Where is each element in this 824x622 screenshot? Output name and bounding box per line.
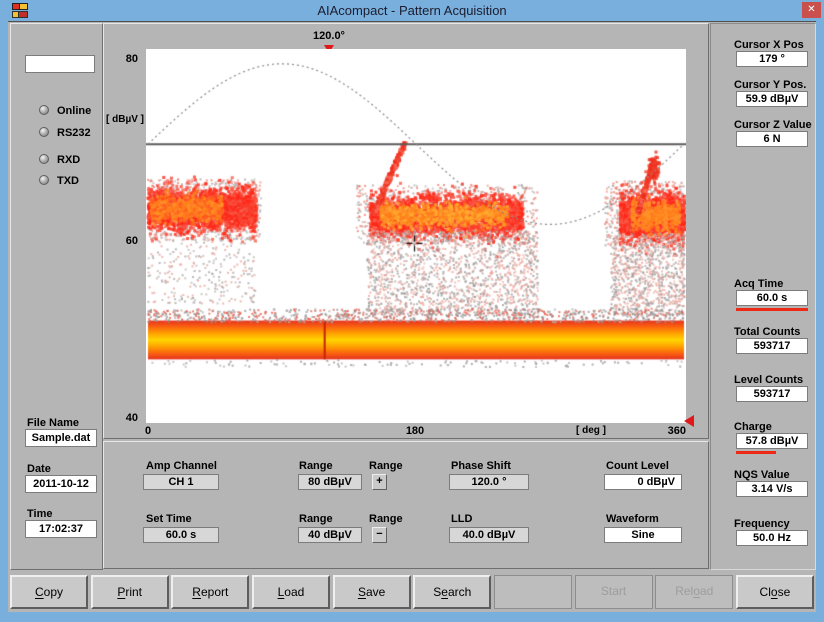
range-bottom-label: Range: [299, 513, 333, 525]
nqs-value-label: NQS Value: [734, 469, 790, 481]
cursor-x-label: Cursor X Pos: [734, 39, 804, 51]
window-title: AIAcompact - Pattern Acquisition: [0, 3, 824, 18]
blank-slot: [494, 575, 572, 609]
close-button[interactable]: Close: [736, 575, 814, 609]
cursor-z-label: Cursor Z Value: [734, 119, 812, 131]
y-tick-40: 40: [112, 412, 138, 424]
frequency-value: 50.0 Hz: [736, 530, 808, 546]
y-axis-unit: [ dBµV ]: [106, 114, 146, 125]
x-axis-unit: [ deg ]: [566, 425, 616, 436]
plot-area: [146, 49, 686, 423]
cursor-z-value: 6 N: [736, 131, 808, 147]
acq-time-value: 60.0 s: [736, 290, 808, 306]
range-top-field[interactable]: 80 dBµV: [298, 474, 362, 490]
y-tick-80: 80: [112, 53, 138, 65]
count-level-field[interactable]: 0 dBµV: [604, 474, 682, 490]
led-rxd-indicator: [39, 154, 49, 164]
y-tick-60: 60: [112, 235, 138, 247]
range-bottom-field[interactable]: 40 dBµV: [298, 527, 362, 543]
led-txd-label: TXD: [57, 175, 79, 187]
search-button[interactable]: Search: [413, 575, 491, 609]
prpd-pattern-canvas[interactable]: [146, 49, 686, 423]
acq-time-underline: [736, 308, 808, 311]
total-counts-label: Total Counts: [734, 326, 800, 338]
led-rxd-label: RXD: [57, 154, 80, 166]
led-online-indicator: [39, 105, 49, 115]
title-bar: AIAcompact - Pattern Acquisition ✕: [0, 0, 824, 21]
x-tick-360: 360: [652, 425, 686, 437]
readout-panel: Cursor X Pos 179 ° Cursor Y Pos. 59.9 dB…: [710, 23, 816, 570]
phase-marker-label: 120.0°: [299, 30, 359, 42]
waveform-label: Waveform: [606, 513, 659, 525]
range-minus-button[interactable]: −: [372, 527, 387, 543]
controls-panel: Amp Channel CH 1 Range 80 dBµV Range + P…: [103, 441, 709, 569]
x-tick-180: 180: [397, 425, 433, 437]
phase-shift-label: Phase Shift: [451, 460, 511, 472]
waveform-field[interactable]: Sine: [604, 527, 682, 543]
amp-channel-label: Amp Channel: [146, 460, 217, 472]
time-field: 17:02:37: [25, 520, 97, 538]
cursor-y-label: Cursor Y Pos.: [734, 79, 806, 91]
button-bar: CopyPrintReportLoadSaveSearch StartReload…: [10, 573, 814, 611]
range-minus-label: Range: [369, 513, 403, 525]
x-tick-0: 0: [140, 425, 156, 437]
date-label: Date: [27, 463, 51, 475]
app-window: AIAcompact - Pattern Acquisition ✕ Onlin…: [0, 0, 824, 622]
cursor-x-value: 179 °: [736, 51, 808, 67]
charge-label: Charge: [734, 421, 772, 433]
amp-channel-field[interactable]: CH 1: [143, 474, 219, 490]
total-counts-value: 593717: [736, 338, 808, 354]
range-top-label: Range: [299, 460, 333, 472]
range-plus-button[interactable]: +: [372, 474, 387, 490]
nqs-value-value: 3.14 V/s: [736, 481, 808, 497]
save-button[interactable]: Save: [333, 575, 411, 609]
lld-label: LLD: [451, 513, 472, 525]
led-rs232-indicator: [39, 127, 49, 137]
frequency-label: Frequency: [734, 518, 790, 530]
range-plus-label: Range: [369, 460, 403, 472]
charge-value: 57.8 dBµV: [736, 433, 808, 449]
count-level-label: Count Level: [606, 460, 669, 472]
device-display: [25, 55, 95, 73]
charge-underline: [736, 451, 776, 454]
time-label: Time: [27, 508, 52, 520]
start-button: Start: [575, 575, 653, 609]
lld-field[interactable]: 40.0 dBµV: [449, 527, 529, 543]
led-online-label: Online: [57, 105, 91, 117]
file-name-label: File Name: [27, 417, 79, 429]
close-icon[interactable]: ✕: [802, 2, 821, 18]
plot-panel: 120.0° 80 [ dBµV ] 60 40 0 180 [ deg ] 3…: [103, 23, 709, 439]
load-button[interactable]: Load: [252, 575, 330, 609]
content-area: Online RS232 RXD TXD File Name Sample.da…: [8, 21, 816, 612]
led-rs232-label: RS232: [57, 127, 91, 139]
left-panel: Online RS232 RXD TXD File Name Sample.da…: [10, 23, 103, 570]
acq-time-label: Acq Time: [734, 278, 783, 290]
date-field: 2011-10-12: [25, 475, 97, 493]
led-txd-indicator: [39, 175, 49, 185]
set-time-label: Set Time: [146, 513, 192, 525]
copy-button[interactable]: Copy: [10, 575, 88, 609]
report-button[interactable]: Report: [171, 575, 249, 609]
lld-marker-icon: [684, 415, 694, 427]
cursor-y-value: 59.9 dBµV: [736, 91, 808, 107]
print-button[interactable]: Print: [91, 575, 169, 609]
phase-shift-field[interactable]: 120.0 °: [449, 474, 529, 490]
level-counts-value: 593717: [736, 386, 808, 402]
level-counts-label: Level Counts: [734, 374, 803, 386]
set-time-field[interactable]: 60.0 s: [143, 527, 219, 543]
reload-button: Reload: [655, 575, 733, 609]
file-name-field[interactable]: Sample.dat: [25, 429, 97, 447]
